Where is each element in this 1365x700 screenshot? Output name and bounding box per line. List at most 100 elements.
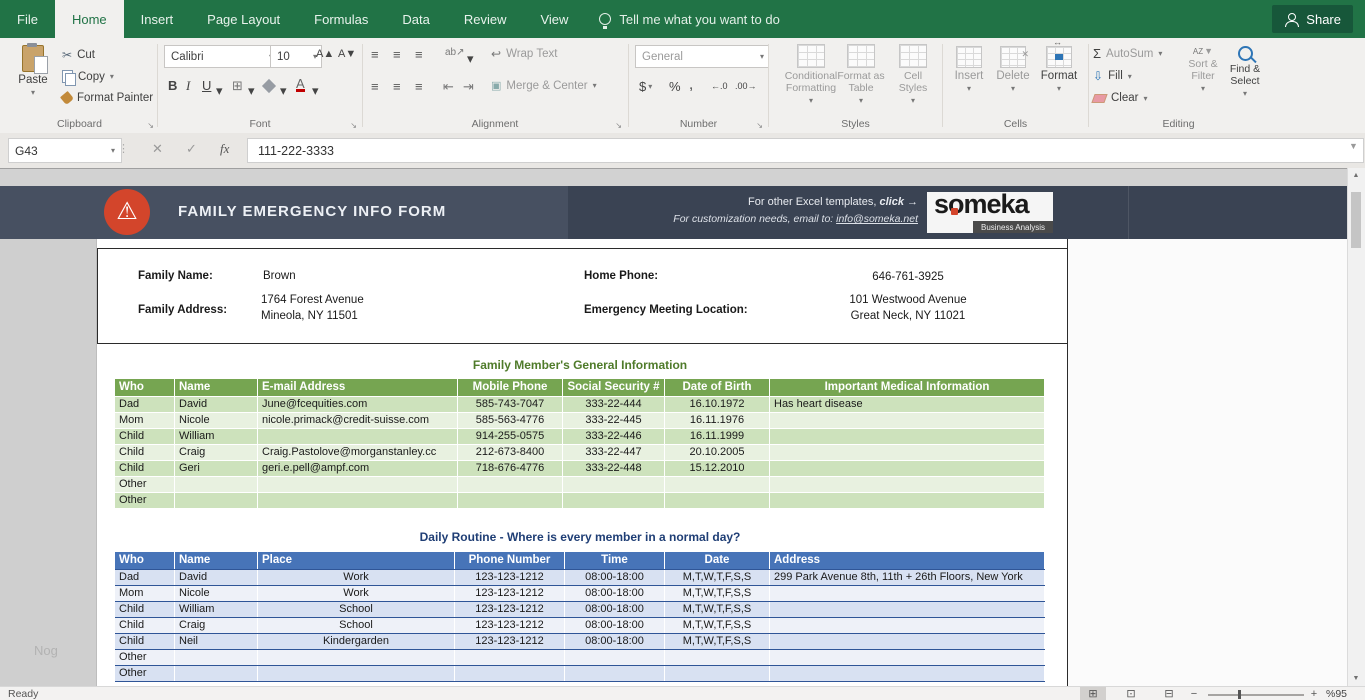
table-cell[interactable]: Child bbox=[115, 461, 175, 476]
alignment-dialog-launcher-icon[interactable]: ↘ bbox=[615, 121, 622, 130]
table-cell[interactable]: 08:00-18:00 bbox=[565, 570, 665, 585]
insert-function-icon[interactable]: fx bbox=[220, 141, 229, 157]
confirm-entry-icon[interactable]: ✓ bbox=[186, 141, 197, 157]
table-cell[interactable] bbox=[175, 477, 258, 492]
table-cell[interactable]: 123-123-1212 bbox=[455, 570, 565, 585]
copy-dropdown-icon[interactable]: ▾ bbox=[110, 72, 114, 81]
table-cell[interactable] bbox=[770, 634, 1045, 649]
family-address-label[interactable]: Family Address: bbox=[138, 304, 227, 316]
paste-button[interactable]: Paste ▾ bbox=[10, 42, 56, 97]
table-cell[interactable] bbox=[665, 493, 770, 508]
font-color-button[interactable]: A bbox=[296, 78, 305, 92]
table-cell[interactable]: 718-676-4776 bbox=[458, 461, 563, 476]
table-cell[interactable]: 123-123-1212 bbox=[455, 634, 565, 649]
table-cell[interactable] bbox=[770, 618, 1045, 633]
table-cell[interactable]: 08:00-18:00 bbox=[565, 586, 665, 601]
table-cell[interactable]: Neil bbox=[175, 634, 258, 649]
tab-review[interactable]: Review bbox=[447, 0, 524, 38]
table-cell[interactable]: Craig bbox=[175, 445, 258, 460]
table-cell[interactable]: 585-563-4776 bbox=[458, 413, 563, 428]
table-cell[interactable] bbox=[770, 650, 1045, 665]
find-select-button[interactable]: Find & Select ▾ bbox=[1225, 46, 1265, 98]
font-dialog-launcher-icon[interactable]: ↘ bbox=[350, 121, 357, 130]
formula-input[interactable]: 111-222-3333 bbox=[247, 138, 1364, 163]
font-color-dropdown-icon[interactable]: ▾ bbox=[312, 83, 319, 99]
format-cells-button[interactable]: ↔ Format ▾ bbox=[1037, 46, 1081, 93]
increase-decimal-button[interactable]: ←.0 bbox=[711, 81, 728, 91]
table-cell[interactable]: M,T,W,T,F,S,S bbox=[665, 634, 770, 649]
tab-view[interactable]: View bbox=[523, 0, 585, 38]
table-cell[interactable] bbox=[565, 650, 665, 665]
table-cell[interactable] bbox=[563, 477, 665, 492]
table-cell[interactable]: Other bbox=[115, 493, 175, 508]
scrollbar-thumb[interactable] bbox=[1351, 192, 1361, 248]
table-cell[interactable]: 333-22-447 bbox=[563, 445, 665, 460]
tab-home[interactable]: Home bbox=[55, 0, 124, 38]
column-header[interactable]: Date bbox=[665, 552, 770, 569]
borders-button[interactable]: ⊞ bbox=[232, 78, 243, 94]
table-cell[interactable] bbox=[458, 493, 563, 508]
table-cell[interactable]: 20.10.2005 bbox=[665, 445, 770, 460]
sort-filter-button[interactable]: AZ ▼ Sort & Filter ▾ bbox=[1183, 46, 1223, 93]
increase-indent-button[interactable]: ⇥ bbox=[463, 79, 474, 95]
table-cell[interactable]: 123-123-1212 bbox=[455, 618, 565, 633]
table-cell[interactable] bbox=[770, 429, 1045, 444]
table-cell[interactable]: Mom bbox=[115, 413, 175, 428]
column-header[interactable]: Important Medical Information bbox=[770, 379, 1045, 396]
decrease-decimal-button[interactable]: .00→ bbox=[735, 81, 757, 91]
align-middle-button[interactable]: ≡ bbox=[393, 47, 401, 62]
share-button[interactable]: Share bbox=[1272, 5, 1353, 33]
table-cell[interactable]: 585-743-7047 bbox=[458, 397, 563, 412]
orientation-button[interactable]: ab↗ bbox=[445, 47, 465, 58]
promo-email-link[interactable]: info@someka.net bbox=[836, 213, 918, 225]
table-cell[interactable]: M,T,W,T,F,S,S bbox=[665, 618, 770, 633]
table-cell[interactable]: geri.e.pell@ampf.com bbox=[258, 461, 458, 476]
tab-file[interactable]: File bbox=[0, 0, 55, 38]
column-header[interactable]: Name bbox=[175, 552, 258, 569]
table1-title[interactable]: Family Member's General Information bbox=[115, 358, 1045, 372]
zoom-slider-track[interactable] bbox=[1208, 694, 1304, 696]
zoom-out-button[interactable]: − bbox=[1186, 687, 1202, 700]
merge-center-button[interactable]: ▣ Merge & Center ▾ bbox=[491, 79, 597, 92]
italic-button[interactable]: I bbox=[186, 78, 190, 94]
column-header[interactable]: Date of Birth bbox=[665, 379, 770, 396]
table-cell[interactable]: 16.11.1976 bbox=[665, 413, 770, 428]
comma-style-button[interactable]: , bbox=[689, 76, 693, 93]
table-cell[interactable]: Child bbox=[115, 618, 175, 633]
table-cell[interactable] bbox=[770, 666, 1045, 681]
insert-cells-button[interactable]: Insert ▾ bbox=[949, 46, 989, 93]
paste-dropdown-icon[interactable]: ▾ bbox=[31, 88, 35, 97]
table-cell[interactable] bbox=[455, 666, 565, 681]
table-cell[interactable]: Has heart disease bbox=[770, 397, 1045, 412]
table-cell[interactable]: Nicole bbox=[175, 413, 258, 428]
family-address-line2[interactable]: Mineola, NY 11501 bbox=[261, 310, 358, 322]
table-cell[interactable]: Craig.Pastolove@morganstanley.cc bbox=[258, 445, 458, 460]
delete-cells-button[interactable]: ✕ Delete ▾ bbox=[993, 46, 1033, 93]
tab-data[interactable]: Data bbox=[385, 0, 446, 38]
meeting-location-label[interactable]: Emergency Meeting Location: bbox=[584, 304, 748, 316]
table-cell[interactable]: 212-673-8400 bbox=[458, 445, 563, 460]
table-cell[interactable]: 08:00-18:00 bbox=[565, 618, 665, 633]
worksheet[interactable]: ⚠ FAMILY EMERGENCY INFO FORM For other E… bbox=[0, 168, 1348, 687]
shrink-font-button[interactable]: A▼ bbox=[338, 48, 356, 60]
table-cell[interactable]: June@fcequities.com bbox=[258, 397, 458, 412]
formula-bar-expand-icon[interactable]: ▼ bbox=[1349, 141, 1358, 151]
name-box[interactable]: G43 ▾ bbox=[8, 138, 122, 163]
table-cell[interactable] bbox=[258, 429, 458, 444]
table-cell[interactable]: M,T,W,T,F,S,S bbox=[665, 586, 770, 601]
table-cell[interactable] bbox=[455, 650, 565, 665]
formula-bar-splitter[interactable]: ⋮ bbox=[118, 142, 129, 155]
table-cell[interactable]: M,T,W,T,F,S,S bbox=[665, 570, 770, 585]
table-cell[interactable]: Child bbox=[115, 634, 175, 649]
table-cell[interactable]: nicole.primack@credit-suisse.com bbox=[258, 413, 458, 428]
table-cell[interactable]: David bbox=[175, 397, 258, 412]
table-cell[interactable] bbox=[458, 477, 563, 492]
table-cell[interactable] bbox=[258, 493, 458, 508]
table-cell[interactable]: School bbox=[258, 618, 455, 633]
table-cell[interactable]: David bbox=[175, 570, 258, 585]
zoom-slider-thumb[interactable] bbox=[1238, 690, 1241, 699]
table-cell[interactable]: 333-22-448 bbox=[563, 461, 665, 476]
family-address-line1[interactable]: 1764 Forest Avenue bbox=[261, 294, 364, 306]
cell-styles-button[interactable]: Cell Styles ▾ bbox=[889, 44, 937, 105]
table-cell[interactable]: 16.10.1972 bbox=[665, 397, 770, 412]
